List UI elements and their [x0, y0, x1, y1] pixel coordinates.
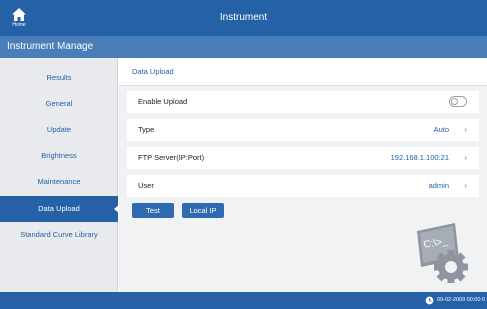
chevron-right-icon: › [464, 153, 467, 162]
sidebar-item-results[interactable]: Results [0, 65, 118, 91]
test-button[interactable]: Test [132, 203, 174, 218]
ftp-server-value: 192.168.1.100:21 [390, 153, 449, 162]
sidebar-item-standard-curve-library[interactable]: Standard Curve Library [0, 222, 118, 248]
section-header: Data Upload [119, 58, 487, 86]
terminal-gear-icon: C:\>_ [417, 223, 468, 283]
enable-upload-label: Enable Upload [138, 97, 188, 106]
sidebar-item-data-upload[interactable]: Data Upload [0, 196, 119, 222]
type-value: Auto [433, 125, 449, 134]
page-header: Instrument Manage [0, 36, 487, 58]
chevron-right-icon: › [464, 181, 467, 190]
user-row[interactable]: User admin › [127, 175, 479, 197]
user-label: User [138, 181, 154, 190]
sidebar-item-maintenance[interactable]: Maintenance [0, 169, 118, 195]
enable-upload-row[interactable]: Enable Upload [127, 91, 479, 113]
main-panel: Data Upload Enable Upload Type Auto › FT… [119, 58, 487, 292]
datetime: 09-02-2009 00:00:0 [437, 297, 486, 303]
sidebar: Results General Update Brightness Mainte… [0, 58, 119, 292]
user-value: admin [428, 181, 449, 190]
ftp-server-row[interactable]: FTP Server(IP:Port) 192.168.1.100:21 › [127, 147, 479, 169]
sidebar-item-update[interactable]: Update [0, 117, 118, 143]
window-title: Instrument [219, 12, 268, 23]
local-ip-button[interactable]: Local IP [182, 203, 224, 218]
page-title: Instrument Manage [7, 41, 94, 52]
ftp-server-label: FTP Server(IP:Port) [138, 153, 205, 162]
status-bar: 09-02-2009 00:00:0 [0, 292, 487, 309]
type-label: Type [138, 125, 155, 134]
sidebar-item-brightness[interactable]: Brightness [0, 143, 118, 169]
title-bar: Home Instrument [0, 0, 487, 36]
clock-icon [425, 296, 434, 305]
chevron-right-icon: › [464, 125, 467, 134]
sidebar-item-general[interactable]: General [0, 91, 118, 117]
type-row[interactable]: Type Auto › [127, 119, 479, 141]
toggle-knob [451, 98, 458, 105]
enable-upload-toggle[interactable] [449, 96, 467, 107]
section-title: Data Upload [132, 67, 174, 76]
